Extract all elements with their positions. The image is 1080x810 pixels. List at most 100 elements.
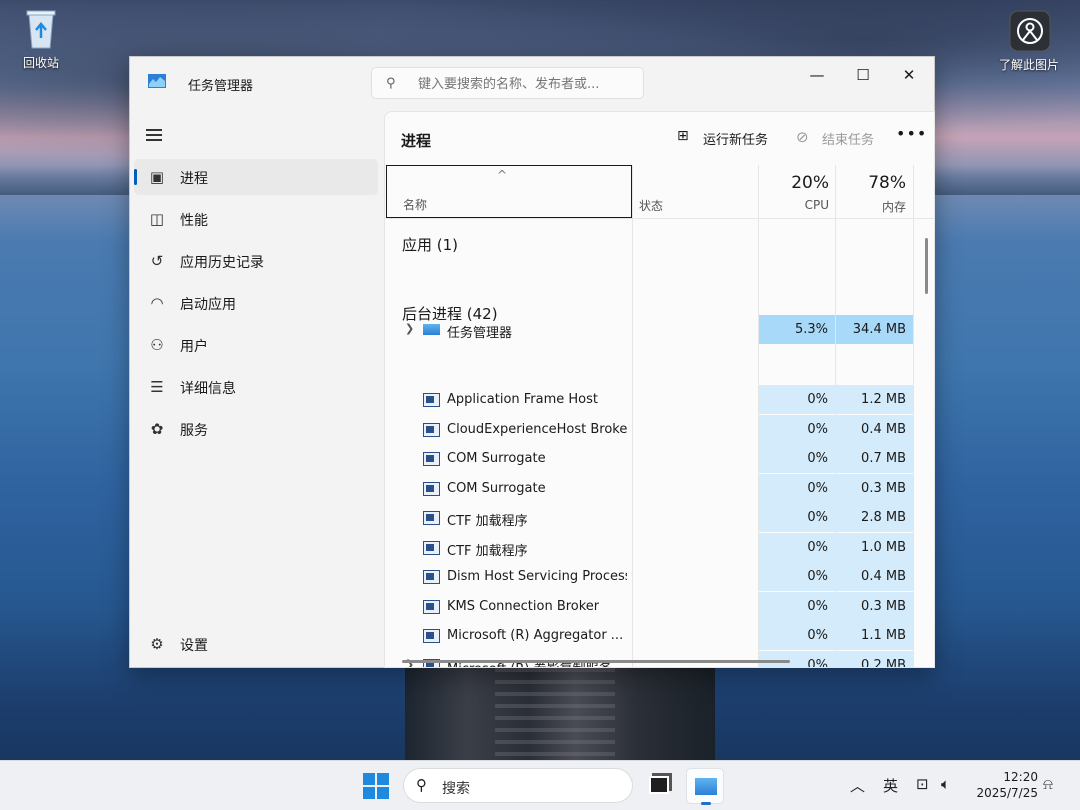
start-button[interactable] [363, 773, 389, 799]
app-history-icon: ↺ [150, 252, 164, 270]
vertical-scrollbar[interactable] [925, 238, 928, 294]
table-row[interactable]: CTF 加载程序 0% 2.8 MB [385, 503, 934, 532]
nav-label: 性能 [180, 213, 208, 229]
hamburger-menu-icon[interactable] [146, 129, 162, 141]
show-hidden-icons-chevron-icon[interactable]: ︿ [850, 775, 865, 796]
process-search-input[interactable] [418, 74, 633, 94]
memory-cell: 0.7 MB [836, 444, 913, 473]
volume-icon[interactable]: 🔈︎ [941, 775, 950, 793]
memory-cell: 0.3 MB [836, 473, 913, 503]
cpu-cell: 0% [759, 414, 835, 444]
nav-label: 启动应用 [180, 297, 236, 313]
memory-value: 0.3 MB [861, 598, 906, 614]
search-icon: ⚲ [416, 776, 427, 794]
task-manager-window: 任务管理器 ⚲ — ☐ ✕ ▣ 进程 ◫ 性能 ↺ 应用历史记录 ◠ 启动应用 … [129, 56, 935, 668]
windows-logo-icon [363, 787, 375, 799]
memory-value: 0.4 MB [861, 421, 906, 437]
table-row[interactable]: Application Frame Host 0% 1.2 MB [385, 385, 934, 414]
memory-cell: 1.0 MB [836, 532, 913, 562]
nav-item-performance[interactable]: ◫ 性能 [134, 201, 378, 237]
process-name: CTF 加载程序 [447, 514, 528, 529]
nav-item-services[interactable]: ✿ 服务 [134, 411, 378, 447]
recycle-bin-icon [21, 8, 61, 50]
wallpaper-pier [405, 668, 715, 760]
nav-item-details[interactable]: ☰ 详细信息 [134, 369, 378, 405]
windows-logo-icon [377, 787, 389, 799]
input-method-indicator[interactable]: 英 [883, 775, 898, 796]
taskbar: ⚲ 搜索 ︿ 英 ⊡ 🔈︎ 12:20 2025/7/25 ⍾ [0, 760, 1080, 810]
process-window-icon [423, 570, 440, 584]
cpu-total-percent: 20% [791, 173, 829, 193]
column-header-name[interactable]: ^ 名称 [386, 165, 632, 218]
group-header-apps: 应用 (1) [402, 236, 459, 254]
table-row[interactable]: COM Surrogate 0% 0.3 MB [385, 473, 934, 503]
cpu-value: 0% [807, 510, 828, 525]
memory-cell: 0.3 MB [836, 591, 913, 621]
recycle-bin-label: 回收站 [22, 56, 59, 70]
cpu-value: 0% [807, 628, 828, 643]
close-button[interactable]: ✕ [886, 61, 932, 89]
cpu-value: 0% [807, 451, 828, 466]
column-header-row: ^ 名称 状态 20% CPU 78% 内存 [385, 165, 934, 219]
more-options-button[interactable]: ••• [896, 124, 927, 143]
memory-value: 0.7 MB [861, 451, 906, 466]
table-row[interactable]: COM Surrogate 0% 0.7 MB [385, 444, 934, 473]
column-header-cpu[interactable]: 20% CPU [759, 165, 829, 218]
taskbar-task-manager-button[interactable] [686, 768, 724, 805]
cpu-value: 0% [807, 598, 828, 614]
nav-item-app-history[interactable]: ↺ 应用历史记录 [134, 243, 378, 279]
learn-about-picture-shortcut[interactable]: 了解此图片 [994, 10, 1064, 73]
process-name: 任务管理器 [447, 326, 513, 341]
process-name: Application Frame Host [447, 392, 599, 407]
title-bar[interactable]: 任务管理器 ⚲ — ☐ ✕ [130, 57, 936, 109]
maximize-button[interactable]: ☐ [840, 61, 886, 89]
nav-label: 详细信息 [180, 381, 236, 397]
performance-icon: ◫ [149, 210, 165, 228]
table-row[interactable]: Microsoft (R) Aggregator ... 0% 1.1 MB [385, 621, 934, 650]
processes-icon: ▣ [149, 168, 165, 186]
minimize-button[interactable]: — [794, 61, 840, 89]
end-task-icon: ⊘ [796, 128, 809, 146]
table-row[interactable]: Dism Host Servicing Process 0% 0.4 MB [385, 562, 934, 591]
memory-total-percent: 78% [868, 173, 906, 193]
nav-item-startup[interactable]: ◠ 启动应用 [134, 285, 378, 321]
cpu-cell: 0% [759, 562, 835, 591]
process-window-icon [423, 599, 440, 614]
system-clock[interactable]: 12:20 2025/7/25 [972, 769, 1038, 801]
memory-cell: 1.1 MB [836, 621, 913, 650]
memory-value: 1.1 MB [861, 628, 906, 643]
nav-label: 应用历史记录 [180, 255, 264, 271]
horizontal-scrollbar[interactable] [402, 660, 790, 663]
recycle-bin-shortcut[interactable]: 回收站 [6, 8, 76, 71]
settings-gear-icon: ⚙ [150, 635, 164, 653]
table-row[interactable]: CTF 加载程序 0% 1.0 MB [385, 532, 934, 562]
process-name: Microsoft (R) Aggregator ... [447, 628, 624, 643]
table-row[interactable]: KMS Connection Broker 0% 0.3 MB [385, 591, 934, 621]
taskbar-search-box[interactable]: ⚲ 搜索 [403, 768, 633, 803]
page-title: 进程 [401, 132, 432, 150]
memory-cell: 0.4 MB [836, 414, 913, 444]
column-header-status[interactable]: 状态 [639, 197, 663, 214]
nav-item-users[interactable]: ⚇ 用户 [134, 327, 378, 363]
process-name: COM Surrogate [447, 480, 546, 496]
memory-label: 内存 [881, 200, 906, 214]
details-icon: ☰ [150, 378, 164, 396]
startup-icon: ◠ [150, 294, 164, 312]
sort-ascending-icon: ^ [497, 168, 508, 182]
column-header-memory[interactable]: 78% 内存 [836, 165, 906, 218]
task-view-button[interactable] [641, 768, 679, 804]
cpu-cell: 0% [759, 385, 835, 414]
clock-date: 2025/7/25 [976, 786, 1038, 800]
nav-item-settings[interactable]: ⚙ 设置 [134, 626, 378, 662]
process-window-icon [423, 540, 440, 555]
notification-bell-icon[interactable]: ⍾ [1043, 775, 1053, 793]
table-row[interactable]: CloudExperienceHost Broker 0% 0.4 MB [385, 414, 934, 444]
cpu-value: 0% [807, 657, 828, 668]
services-icon: ✿ [150, 420, 164, 438]
process-search-box[interactable]: ⚲ [371, 67, 644, 99]
nav-item-processes[interactable]: ▣ 进程 [134, 159, 378, 195]
nav-label: 设置 [180, 638, 208, 654]
cpu-value: 0% [807, 569, 828, 584]
network-icon[interactable]: ⊡ [916, 775, 929, 793]
end-task-label: 结束任务 [822, 133, 875, 148]
